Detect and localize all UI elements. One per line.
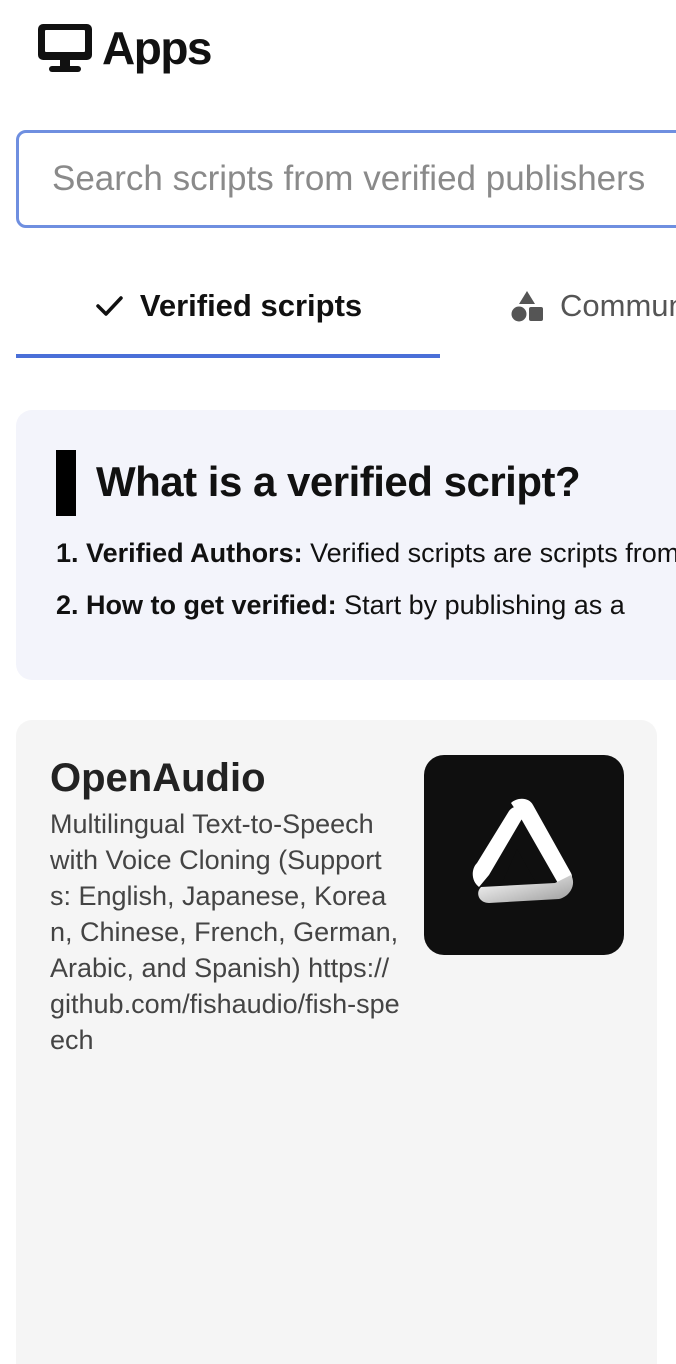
- info-item-label: Verified Authors:: [86, 538, 303, 568]
- tab-community-scripts[interactable]: Community scripts: [510, 258, 676, 354]
- apps-page: Apps Verified scripts Community scripts …: [0, 0, 676, 1364]
- tab-label: Community scripts: [560, 288, 676, 323]
- monitor-icon: [38, 24, 92, 72]
- info-item: 2. How to get verified: Start by publish…: [56, 590, 625, 621]
- script-tabs: Verified scripts Community scripts: [16, 258, 676, 358]
- script-card-openaudio[interactable]: OpenAudio Multilingual Text-to-Speech wi…: [16, 720, 657, 1364]
- check-icon: [96, 296, 123, 316]
- info-item-label: How to get verified:: [86, 590, 337, 620]
- shapes-icon: [511, 291, 543, 322]
- info-item-text: Verified scripts are scripts from: [310, 538, 676, 568]
- page-header: Apps: [36, 22, 213, 74]
- info-title: What is a verified script?: [96, 458, 581, 505]
- tab-label: Verified scripts: [139, 288, 363, 323]
- page-title: Apps: [102, 22, 213, 74]
- search-input[interactable]: [19, 133, 676, 225]
- search-box[interactable]: [16, 130, 676, 228]
- info-item-text: Start by publishing as a: [344, 590, 625, 620]
- openaudio-logo-icon: [472, 798, 574, 903]
- script-card-logo: [424, 755, 624, 955]
- script-card-description: Multilingual Text-to-Speech with Voice C…: [50, 809, 400, 1055]
- info-item: 1. Verified Authors: Verified scripts ar…: [56, 538, 676, 569]
- tab-verified-scripts[interactable]: Verified scripts: [16, 258, 440, 358]
- info-item-number: 2.: [56, 590, 79, 620]
- verified-info-panel: What is a verified script? 1. Verified A…: [16, 410, 676, 680]
- info-item-number: 1.: [56, 538, 79, 568]
- info-accent-bar: [56, 450, 76, 516]
- script-card-title: OpenAudio: [50, 756, 266, 800]
